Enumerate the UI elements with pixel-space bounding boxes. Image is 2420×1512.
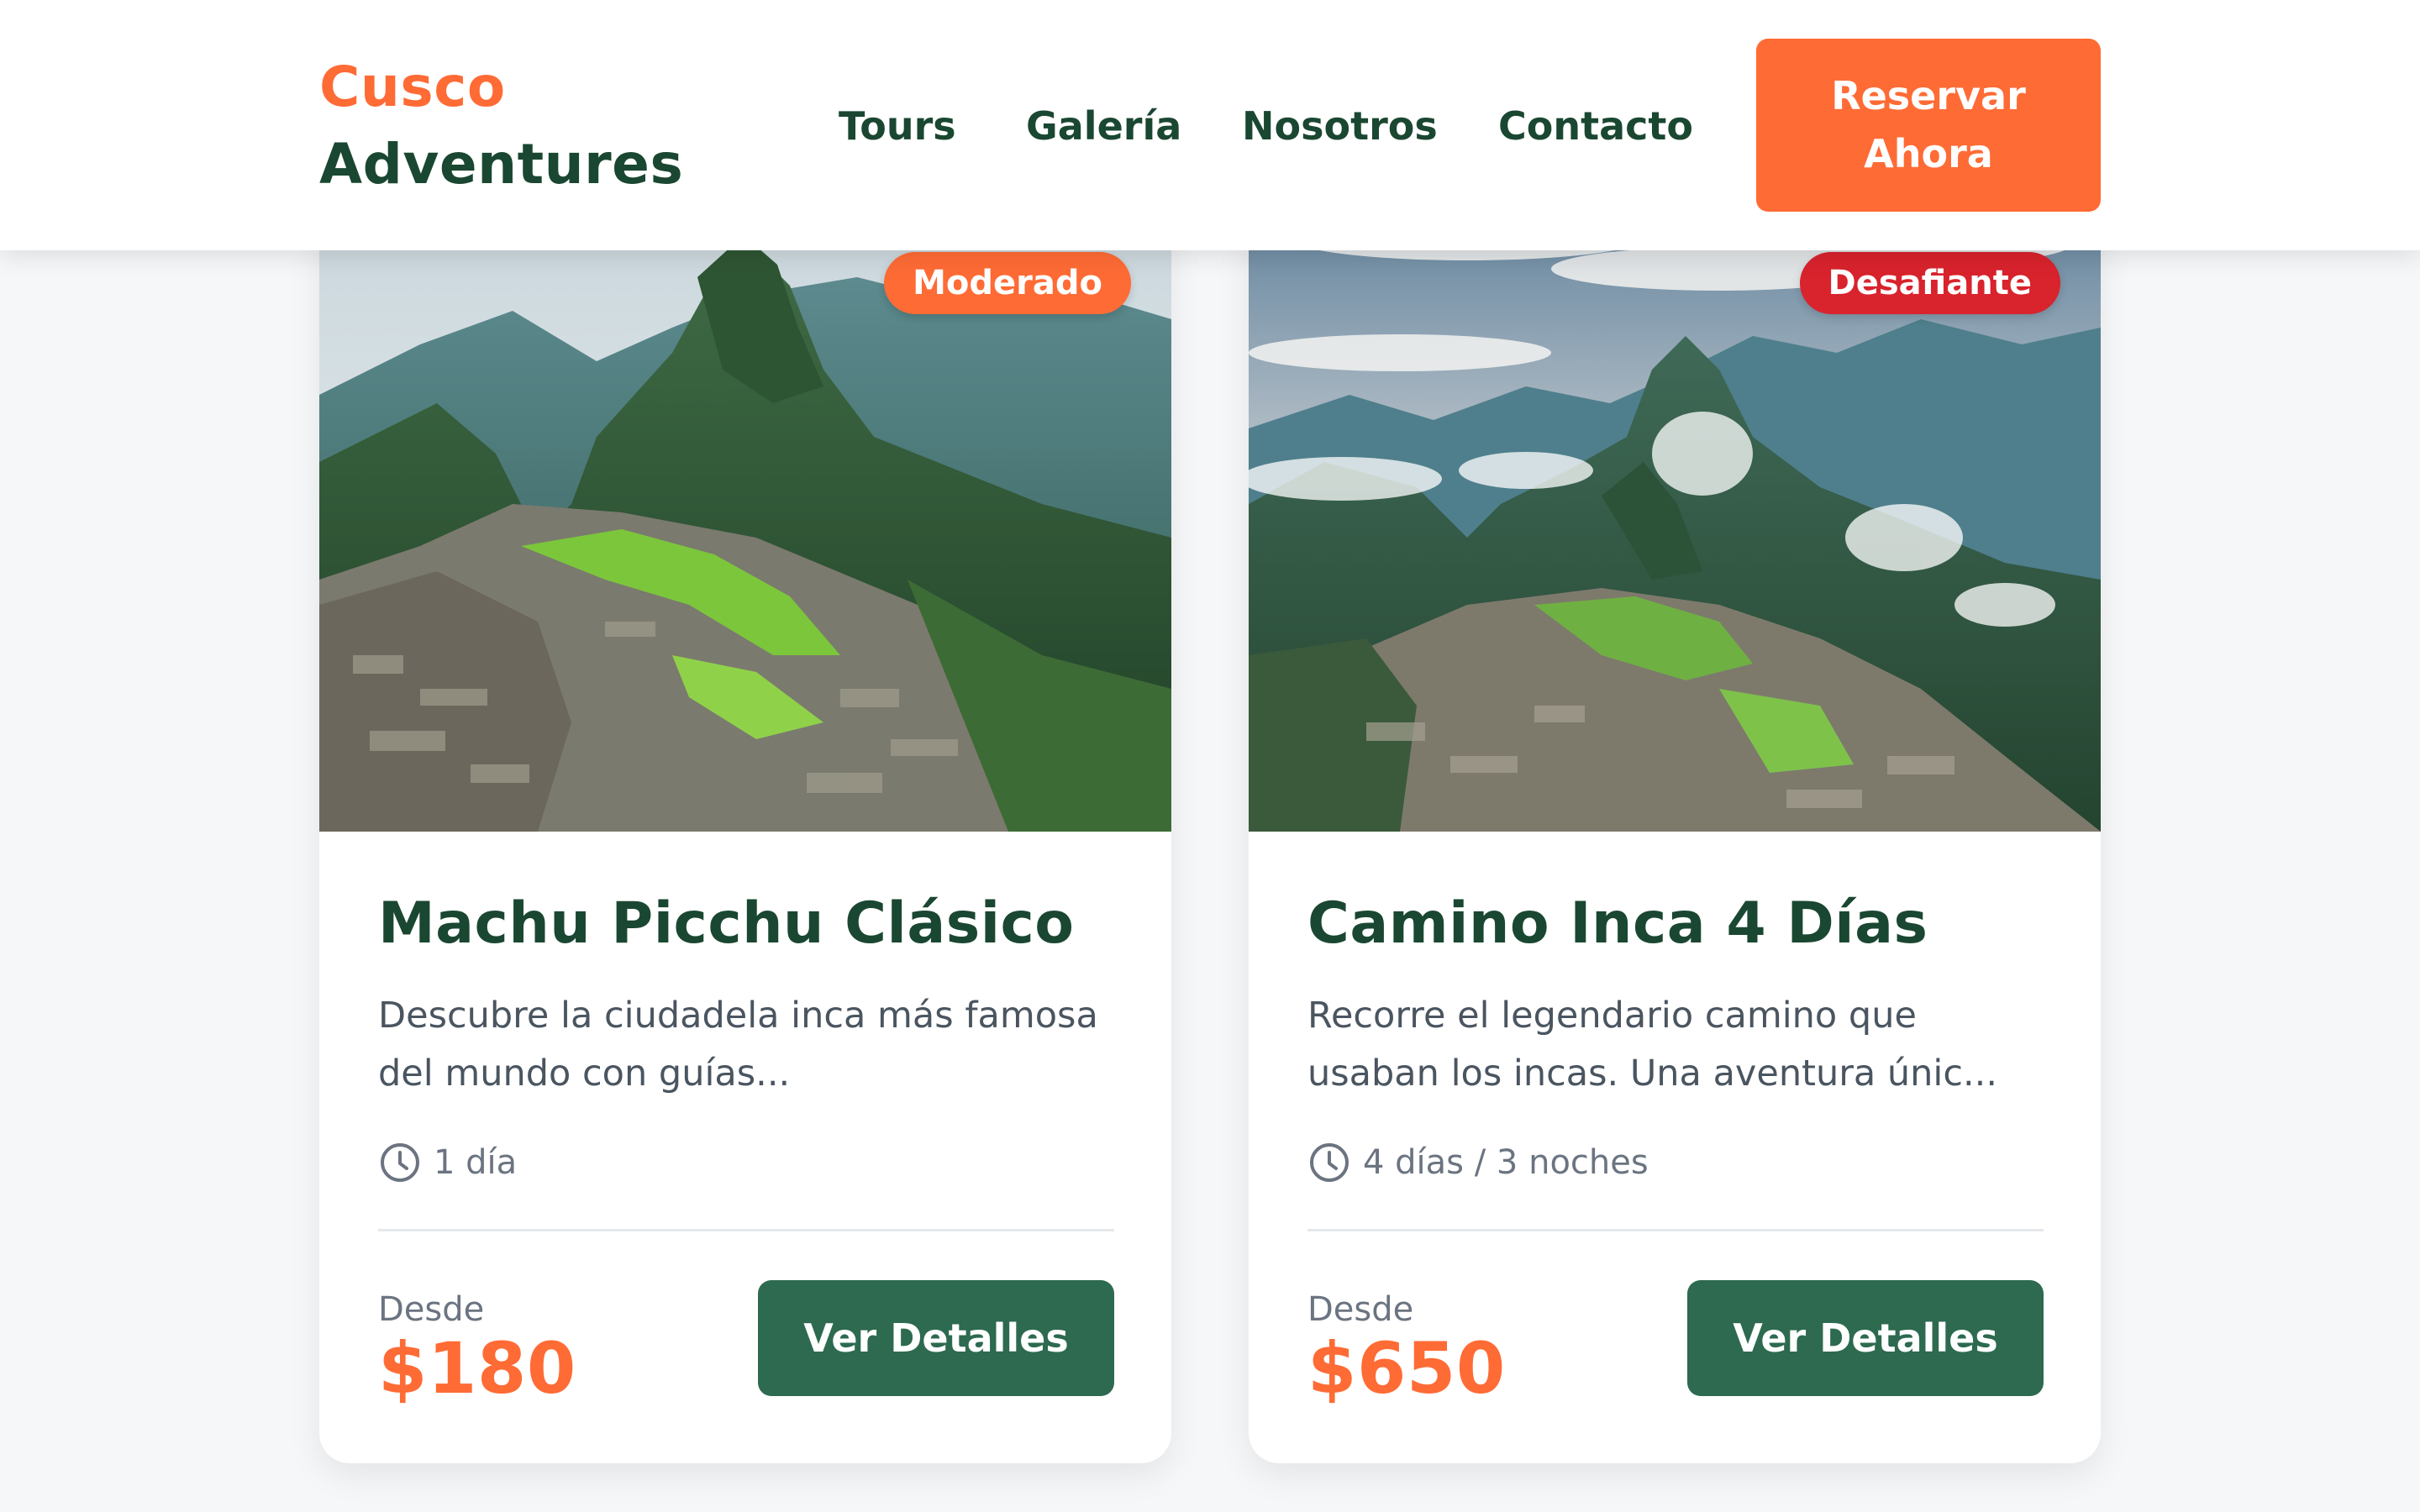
view-details-button[interactable]: Ver Detalles — [1687, 1280, 2044, 1396]
nav-link-contacto[interactable]: Contacto — [1498, 92, 1693, 160]
tour-duration: 4 días / 3 noches — [1307, 1139, 1649, 1186]
tour-title: Camino Inca 4 Días — [1307, 890, 1928, 957]
duration-text: 1 día — [434, 1143, 518, 1182]
book-now-button[interactable]: Reservar Ahora — [1756, 39, 2101, 212]
tour-title: Machu Picchu Clásico — [378, 890, 1075, 957]
price-label: Desde — [378, 1290, 485, 1329]
difficulty-badge: Desafiante — [1799, 252, 2060, 314]
clock-icon — [381, 1143, 419, 1182]
brand-logo[interactable]: Cusco Adventures — [319, 49, 683, 203]
nav-link-tours[interactable]: Tours — [839, 92, 956, 160]
tour-price: $180 — [378, 1327, 576, 1410]
price-label: Desde — [1307, 1290, 1414, 1329]
tour-card: Desafiante Camino Inca 4 Días Recorre el… — [1249, 185, 2101, 1463]
card-divider — [378, 1229, 1114, 1231]
view-details-button[interactable]: Ver Detalles — [758, 1280, 1114, 1396]
tour-description: Descubre la ciudadela inca más famosa de… — [378, 995, 1098, 1095]
tour-card: Moderado Machu Picchu Clásico Descubre l… — [319, 185, 1171, 1463]
site-header: Cusco Adventures Tours Galería Nosotros … — [0, 0, 2420, 250]
card-divider — [1307, 1229, 2044, 1231]
nav-link-nosotros[interactable]: Nosotros — [1242, 92, 1438, 160]
brand-line-2: Adventures — [319, 132, 684, 197]
tour-duration: 1 día — [378, 1139, 517, 1186]
tour-description: Recorre el legendario camino que usaban … — [1307, 995, 1997, 1095]
duration-text: 4 días / 3 noches — [1363, 1143, 1649, 1182]
nav-link-galeria[interactable]: Galería — [1026, 92, 1181, 160]
clock-icon — [1310, 1143, 1349, 1182]
difficulty-badge: Moderado — [884, 252, 1131, 314]
brand-line-1: Cusco — [319, 55, 506, 119]
tour-price: $650 — [1307, 1327, 1506, 1410]
